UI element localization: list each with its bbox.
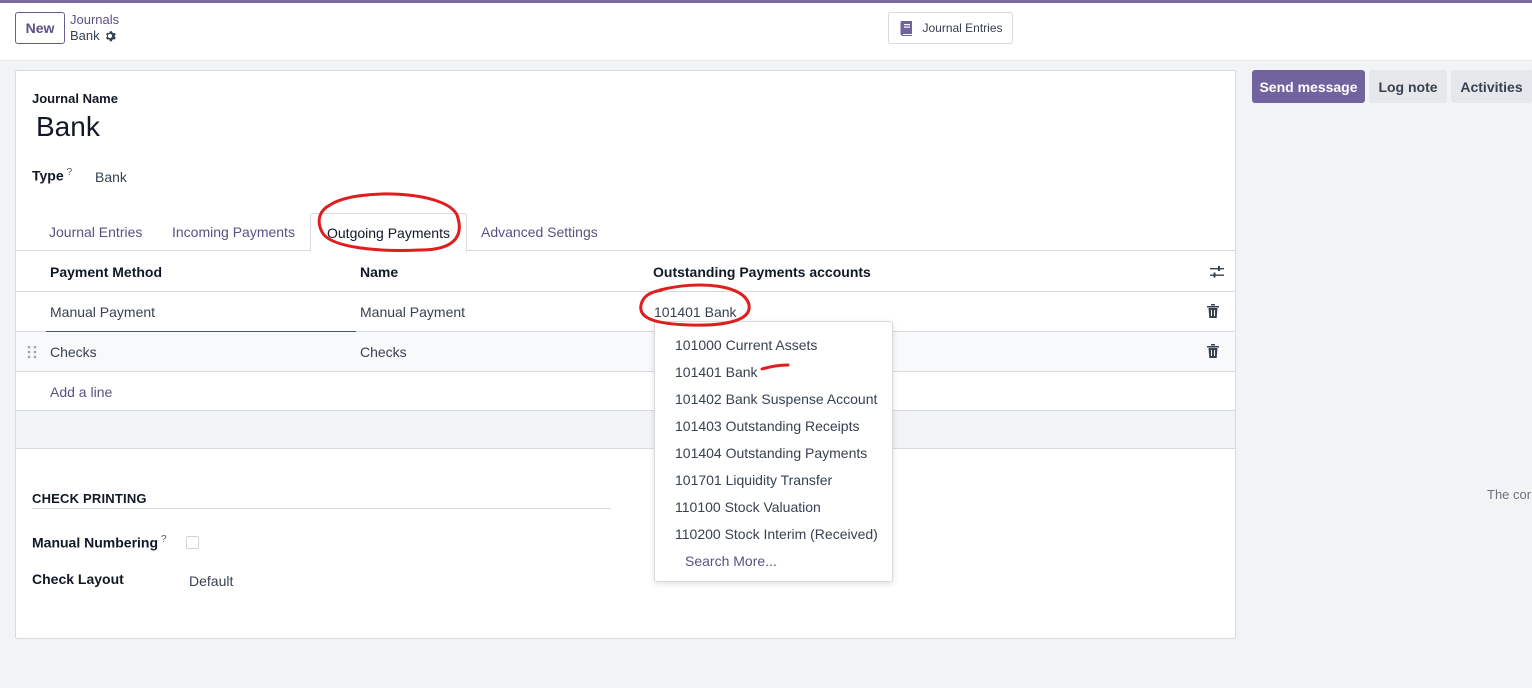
tab-outgoing-payments[interactable]: Outgoing Payments [310,213,467,252]
notebook-tabs: Journal Entries Incoming Payments Outgoi… [16,213,1235,252]
form-sheet: Journal Name Bank Type? Bank Journal Ent… [15,70,1236,639]
table-row[interactable]: Checks Checks [16,332,1235,372]
cell-name[interactable]: Manual Payment [360,304,465,320]
breadcrumb-journals-link[interactable]: Journals [70,12,119,27]
book-icon [900,21,913,36]
breadcrumb-current-label: Bank [70,28,100,43]
add-line-link[interactable]: Add a line [50,384,112,400]
breadcrumb-current: Bank [70,28,116,43]
dropdown-option[interactable]: 110200 Stock Interim (Received) [675,526,878,542]
manual-numbering-checkbox[interactable] [186,536,199,549]
activities-button[interactable]: Activities [1451,70,1532,103]
account-autocomplete-dropdown: 101000 Current Assets 101401 Bank 101402… [654,321,893,582]
check-printing-title: CHECK PRINTING [32,491,147,506]
check-layout-label: Check Layout [32,571,124,587]
header-payment-method[interactable]: Payment Method [50,264,162,280]
section-divider [32,508,611,509]
trash-icon[interactable] [1207,344,1219,358]
table-row[interactable]: Manual Payment Manual Payment 101401 Ban… [16,292,1235,332]
table-empty-row [16,411,1235,449]
search-more-link[interactable]: Search More... [685,553,777,569]
manual-numbering-help-icon[interactable]: ? [161,534,167,545]
control-panel: New Journals Bank Journal Entries [0,3,1532,61]
header-outstanding-accounts[interactable]: Outstanding Payments accounts [653,264,871,280]
trash-icon[interactable] [1207,304,1219,318]
tab-advanced-settings[interactable]: Advanced Settings [465,213,614,251]
type-label-text: Type [32,167,64,184]
dropdown-option[interactable]: 101404 Outstanding Payments [675,445,867,461]
type-value[interactable]: Bank [95,169,127,185]
journal-name-label: Journal Name [32,91,118,106]
journal-entries-smart-button[interactable]: Journal Entries [888,12,1013,44]
new-button[interactable]: New [15,12,65,44]
column-settings-icon[interactable] [1209,264,1225,280]
tab-journal-entries[interactable]: Journal Entries [33,213,158,251]
type-label: Type? [32,167,72,184]
drag-handle-icon[interactable] [27,345,37,359]
check-layout-select[interactable]: Default [189,573,233,589]
add-line-row: Add a line [16,372,1235,411]
manual-numbering-label: Manual Numbering? [32,534,167,551]
type-help-icon[interactable]: ? [67,167,73,178]
send-message-button[interactable]: Send message [1252,70,1365,103]
dropdown-option[interactable]: 101701 Liquidity Transfer [675,472,832,488]
tab-incoming-payments[interactable]: Incoming Payments [156,213,311,251]
log-note-button[interactable]: Log note [1369,70,1447,103]
smart-button-label: Journal Entries [922,21,1003,35]
gear-icon[interactable] [104,30,116,42]
dropdown-option[interactable]: 101401 Bank [675,364,758,380]
dropdown-option[interactable]: 101403 Outstanding Receipts [675,418,859,434]
dropdown-option[interactable]: 101402 Bank Suspense Account [675,391,877,407]
cell-payment-method[interactable]: Checks [50,344,97,360]
cell-outstanding-account-input[interactable]: 101401 Bank [654,304,737,320]
dropdown-option[interactable]: 110100 Stock Valuation [675,499,821,515]
table-header: Payment Method Name Outstanding Payments… [16,251,1235,292]
journal-name-input[interactable]: Bank [36,111,100,143]
cell-payment-method[interactable]: Manual Payment [50,304,155,320]
dropdown-option[interactable]: 101000 Current Assets [675,337,817,353]
chatter-message-text: The cor [1487,487,1532,502]
manual-numbering-label-text: Manual Numbering [32,534,159,551]
cell-name[interactable]: Checks [360,344,407,360]
header-name[interactable]: Name [360,264,398,280]
